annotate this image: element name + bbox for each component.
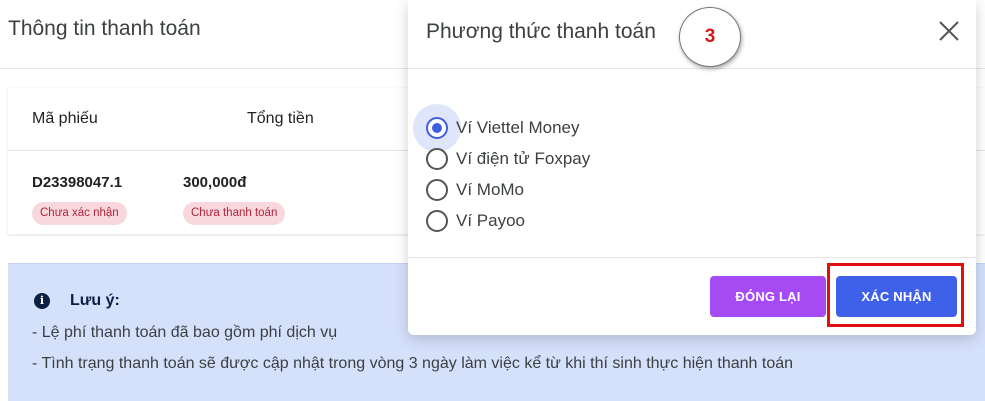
option-foxpay[interactable]: Ví điện tử Foxpay xyxy=(426,145,590,173)
info-circle-icon: i xyxy=(34,293,50,309)
total-amount: 300,000đ xyxy=(183,174,247,191)
radio-unchecked[interactable] xyxy=(426,148,448,170)
dialog-footer-divider xyxy=(408,257,976,258)
dialog-header-divider xyxy=(408,68,976,69)
page-title: Thông tin thanh toán xyxy=(8,17,201,40)
option-label: Ví Payoo xyxy=(456,211,525,230)
option-label: Ví MoMo xyxy=(456,180,525,199)
option-label: Ví điện tử Foxpay xyxy=(456,149,591,168)
step-number-badge: 3 xyxy=(679,7,741,67)
column-header-code: Mã phiếu xyxy=(32,110,98,127)
close-button[interactable]: ĐÓNG LẠI xyxy=(710,276,826,317)
radio-checked[interactable] xyxy=(426,117,448,139)
radio-unchecked[interactable] xyxy=(426,179,448,201)
status-badge-payment: Chưa thanh toán xyxy=(183,202,286,225)
option-momo[interactable]: Ví MoMo xyxy=(426,176,524,204)
note-line-1: - Lệ phí thanh toán đã bao gồm phí dịch … xyxy=(32,324,338,341)
option-viettel-money[interactable]: Ví Viettel Money xyxy=(413,104,580,152)
status-badge-confirm: Chưa xác nhận xyxy=(32,202,127,225)
option-payoo[interactable]: Ví Payoo xyxy=(426,207,525,235)
note-line-2: - Tình trạng thanh toán sẽ được cập nhật… xyxy=(32,355,794,372)
confirm-button-highlight-box xyxy=(827,263,964,327)
note-title: Lưu ý: xyxy=(70,292,120,309)
option-label: Ví Viettel Money xyxy=(456,118,580,137)
dialog-title: Phương thức thanh toán xyxy=(426,20,656,43)
ticket-code: D23398047.1 xyxy=(32,174,123,191)
close-icon[interactable] xyxy=(936,18,962,44)
column-header-total: Tổng tiền xyxy=(247,110,314,127)
radio-unchecked[interactable] xyxy=(426,210,448,232)
